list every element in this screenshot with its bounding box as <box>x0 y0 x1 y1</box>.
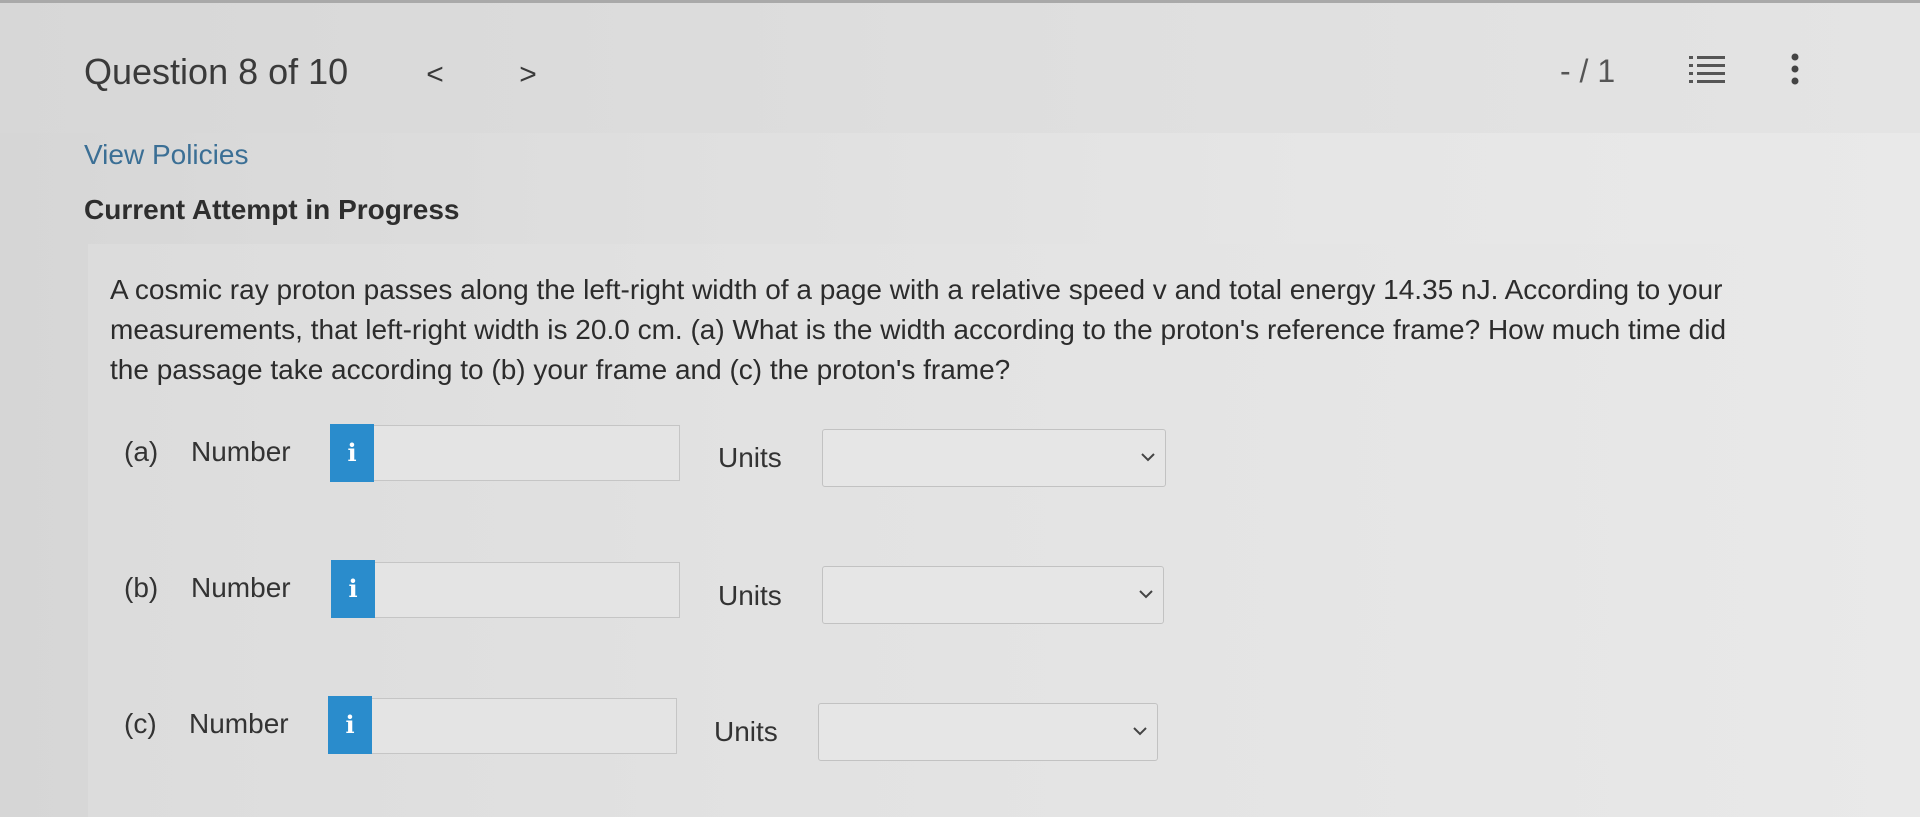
info-button[interactable]: i <box>330 424 374 482</box>
chevron-down-icon <box>1141 453 1155 462</box>
attempt-status-heading: Current Attempt in Progress <box>84 194 460 225</box>
units-select[interactable] <box>818 703 1158 761</box>
part-label: (c) <box>124 708 157 739</box>
units-label: Units <box>714 716 778 747</box>
units-label: Units <box>718 580 782 611</box>
question-line: the passage take according to (b) your f… <box>110 354 1011 385</box>
chevron-down-icon <box>1133 727 1147 736</box>
list-icon[interactable] <box>1688 53 1726 87</box>
view-policies-link[interactable]: View Policies <box>84 139 248 171</box>
more-vertical-icon[interactable] <box>1780 51 1810 89</box>
question-text: A cosmic ray proton passes along the lef… <box>110 270 1810 390</box>
next-question-button[interactable]: > <box>508 55 548 95</box>
units-label: Units <box>718 442 782 473</box>
number-label: Number <box>191 436 291 467</box>
number-input[interactable] <box>372 698 677 754</box>
question-title: Question 8 of 10 <box>84 51 349 92</box>
chevron-down-icon <box>1139 590 1153 599</box>
previous-question-button[interactable]: < <box>415 55 455 95</box>
units-select[interactable] <box>822 566 1164 624</box>
question-line: A cosmic ray proton passes along the lef… <box>110 274 1723 305</box>
question-header: Question 8 of 10 < > - / 1 <box>0 3 1920 133</box>
part-label: (a) <box>124 436 159 467</box>
info-button[interactable]: i <box>328 696 372 754</box>
part-label: (b) <box>124 572 159 603</box>
number-input[interactable] <box>375 562 680 618</box>
score-display: - / 1 <box>1560 53 1616 89</box>
number-label: Number <box>189 708 289 739</box>
question-line: measurements, that left-right width is 2… <box>110 314 1727 345</box>
info-button[interactable]: i <box>331 560 375 618</box>
number-label: Number <box>191 572 291 603</box>
number-input[interactable] <box>374 425 680 481</box>
units-select[interactable] <box>822 429 1166 487</box>
